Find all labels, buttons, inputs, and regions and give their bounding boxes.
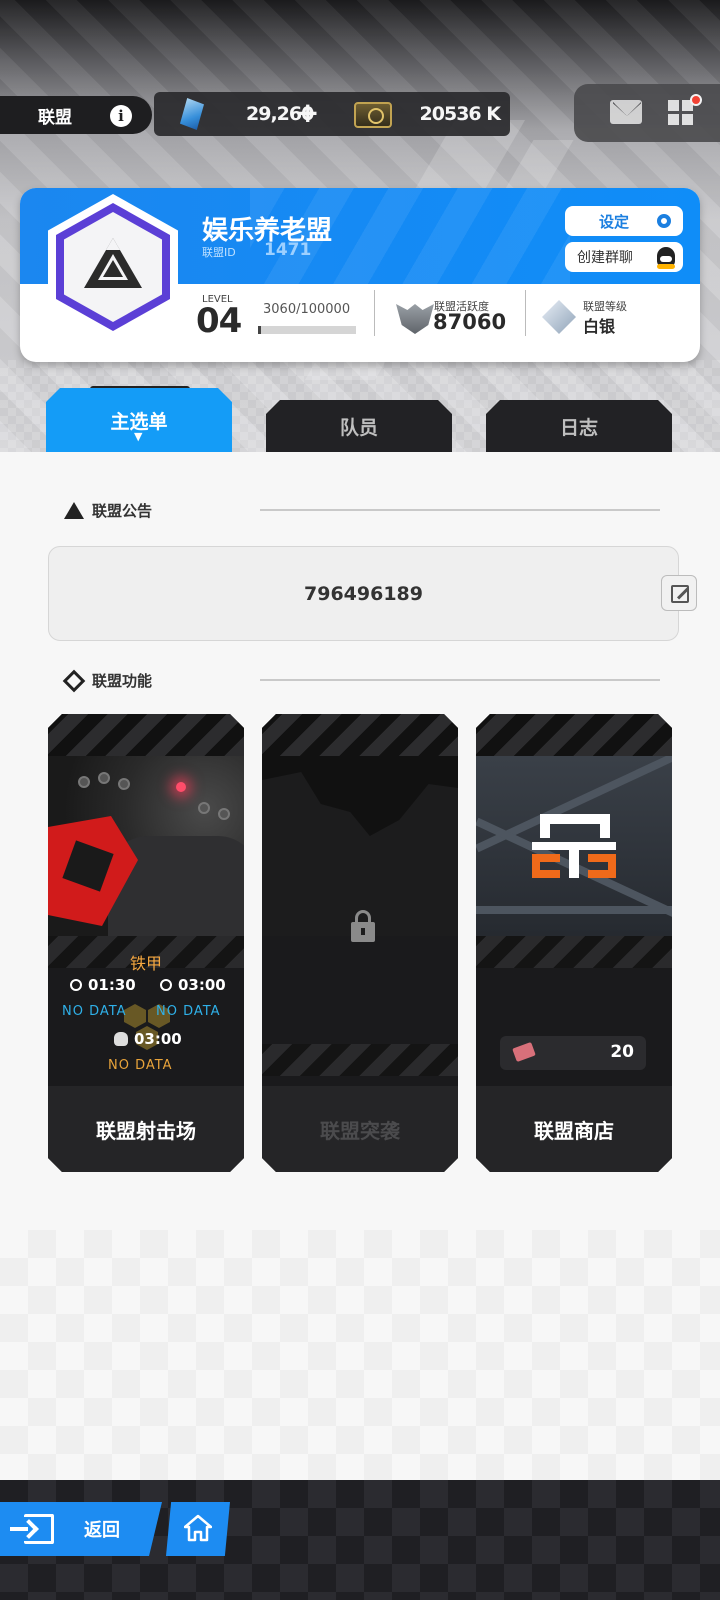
- home-icon: [184, 1514, 212, 1542]
- ticket-icon: [512, 1042, 536, 1062]
- coin-icon: [354, 102, 392, 128]
- info-icon[interactable]: i: [110, 105, 132, 127]
- notice-section-header: 联盟公告: [64, 500, 152, 521]
- activity-icon: [396, 304, 434, 334]
- tab-log[interactable]: 日志: [486, 400, 672, 452]
- rank-value: 白银: [583, 317, 616, 336]
- nodata-right: NO DATA: [156, 1004, 221, 1019]
- shop-art: [476, 756, 672, 936]
- coin-value: 20536 K: [419, 103, 501, 125]
- exp-progress-bar: [258, 326, 356, 334]
- nodata-left: NO DATA: [62, 1004, 127, 1019]
- timer-value: 01:30: [88, 976, 136, 994]
- shop-card[interactable]: 20 联盟商店: [476, 714, 672, 1172]
- section-divider: [260, 679, 660, 681]
- features-section-header: 联盟功能: [62, 669, 153, 692]
- group-chat-label: 创建群聊: [577, 250, 633, 266]
- gem-icon: [180, 98, 204, 130]
- tab-label: 日志: [559, 416, 598, 439]
- timer-right: 03:00: [160, 976, 226, 994]
- section-divider: [260, 509, 660, 511]
- range-subtitle: 铁甲: [129, 954, 162, 973]
- create-group-chat-button[interactable]: 创建群聊: [565, 242, 683, 272]
- resource-bar: 29,260 + 20536 K: [154, 92, 510, 136]
- gear-icon: [657, 214, 671, 228]
- settings-label: 设定: [599, 212, 630, 231]
- exit-icon: [10, 1514, 54, 1544]
- activity-value: 87060: [433, 310, 507, 334]
- level-value: 04: [196, 301, 242, 341]
- raid-card[interactable]: 联盟突袭: [262, 714, 458, 1172]
- mail-icon[interactable]: [610, 100, 642, 124]
- exp-text: 3060/100000: [263, 302, 351, 317]
- skull-icon: [114, 1032, 128, 1046]
- alliance-emblem-icon[interactable]: [48, 194, 178, 340]
- alliance-tab-label: 联盟: [38, 107, 72, 128]
- alliance-tab-header: 联盟 i: [0, 96, 152, 134]
- home-button[interactable]: [166, 1502, 230, 1556]
- notice-content: 796496189: [48, 546, 679, 641]
- notification-dot: [690, 94, 702, 106]
- tab-active-arrow-icon: ▼: [134, 430, 143, 443]
- rank-label: 联盟等级: [583, 300, 627, 313]
- alliance-id-label: 联盟ID: [202, 246, 236, 259]
- grid-menu-icon[interactable]: [668, 100, 694, 126]
- lock-icon: [351, 922, 375, 942]
- shop-currency-value: 20: [610, 1042, 634, 1062]
- shop-label: 联盟商店: [476, 1086, 672, 1172]
- back-label: 返回: [84, 1520, 120, 1541]
- clock-icon: [70, 979, 82, 991]
- boss-timer-value: 03:00: [134, 1030, 182, 1048]
- boss-nodata: NO DATA: [108, 1058, 173, 1073]
- timer-left: 01:30: [70, 976, 136, 994]
- alliance-id: 1471: [264, 240, 312, 260]
- edit-icon[interactable]: [661, 575, 697, 611]
- plus-icon[interactable]: +: [296, 97, 319, 129]
- background-pattern: [0, 1230, 720, 1480]
- divider: [525, 290, 526, 336]
- alliance-info-card: 娱乐养老盟 联盟ID 1471 设定 创建群聊 LEVEL 04 3060/10…: [20, 188, 700, 362]
- shooting-range-art: [48, 756, 244, 936]
- qq-icon: [657, 247, 675, 269]
- exp-progress-fill: [258, 326, 261, 334]
- raid-label: 联盟突袭: [262, 1086, 458, 1172]
- tab-label: 队员: [339, 416, 378, 439]
- top-right-menu: [574, 84, 720, 142]
- shop-logo-icon: [528, 812, 620, 880]
- card-label: 联盟射击场: [96, 1118, 196, 1143]
- hazard-stripe: [262, 714, 458, 756]
- back-button[interactable]: 返回: [0, 1502, 162, 1556]
- raid-art: [262, 756, 458, 936]
- features-section-title: 联盟功能: [92, 672, 153, 690]
- shooting-range-label: 联盟射击场: [48, 1086, 244, 1172]
- clock-icon: [160, 979, 172, 991]
- shooting-range-card[interactable]: 铁甲 01:30 03:00 NO DATA NO DATA 03:00 NO …: [48, 714, 244, 1172]
- diamond-icon: [62, 669, 86, 692]
- notice-text: 796496189: [304, 582, 423, 605]
- hazard-stripe: [262, 1044, 458, 1076]
- shop-currency: 20: [500, 1036, 646, 1070]
- notice-section-title: 联盟公告: [92, 502, 153, 520]
- card-label: 联盟突袭: [320, 1118, 400, 1143]
- rank-icon: [542, 300, 576, 334]
- card-label: 联盟商店: [534, 1118, 614, 1143]
- warning-icon: [64, 502, 84, 519]
- hazard-stripe: [476, 936, 672, 968]
- hazard-stripe: [476, 714, 672, 756]
- divider: [374, 290, 375, 336]
- settings-button[interactable]: 设定: [565, 206, 683, 236]
- hazard-stripe: [48, 714, 244, 756]
- timer-value: 03:00: [178, 976, 226, 994]
- boss-timer: 03:00: [114, 1030, 182, 1048]
- tab-members[interactable]: 队员: [266, 400, 452, 452]
